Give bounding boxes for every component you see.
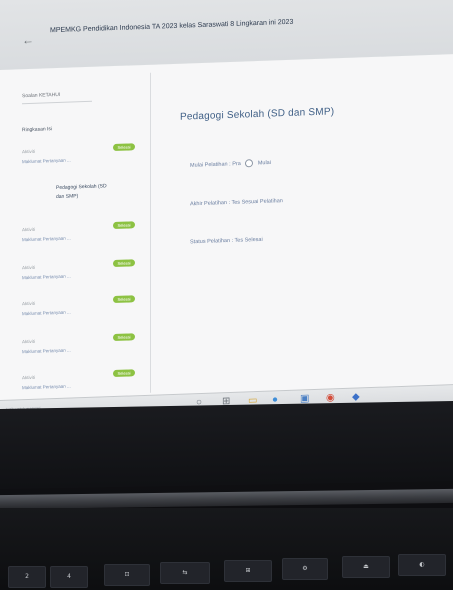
sidebar-section-title: Ringkasan Isi bbox=[22, 126, 53, 134]
laptop-bezel bbox=[0, 401, 453, 489]
status-badge: Selesai bbox=[113, 221, 135, 230]
status-badge: Selesai bbox=[113, 369, 135, 378]
sidebar-item-kind: Aktiviti bbox=[22, 338, 36, 345]
status-badge: Selesai bbox=[113, 259, 135, 268]
start-training-suffix: Mulai bbox=[257, 159, 271, 167]
main-panel: Pedagogi Sekolah (SD dan SMP) Mulai Pela… bbox=[170, 63, 440, 392]
keyboard-key[interactable]: ⊡ bbox=[104, 564, 150, 586]
course-sidebar: Soalan KETAHUI Ringkasan Isi Aktiviti Ma… bbox=[8, 72, 151, 398]
sidebar-item-name: Maklumat Pertanyaan ... bbox=[22, 235, 71, 243]
status-badge: Selesai bbox=[113, 295, 135, 304]
sidebar-item-active[interactable]: Pedagogi Sekolah (SD dan SMP) bbox=[56, 181, 141, 202]
sidebar-item-kind: Aktiviti bbox=[22, 148, 36, 155]
sidebar-item-kind: Aktiviti bbox=[22, 374, 36, 381]
keyboard-key[interactable]: ⏏ bbox=[342, 556, 390, 578]
radio-button[interactable] bbox=[245, 159, 254, 168]
sidebar-item-kind: Aktiviti bbox=[22, 264, 36, 271]
page-content: Soalan KETAHUI Ringkasan Isi Aktiviti Ma… bbox=[0, 54, 453, 400]
laptop-screen: ← MPEMKG Pendidikan Indonesia TA 2023 ke… bbox=[0, 0, 453, 421]
end-training-label: Akhir Pelatihan : Tes Sesuai Pelatihan bbox=[190, 198, 283, 208]
sidebar-item-kind: Aktiviti bbox=[22, 226, 36, 233]
keyboard-key[interactable]: ⊞ bbox=[224, 560, 272, 582]
sidebar-divider bbox=[22, 100, 92, 105]
keyboard-key[interactable]: ⇆ bbox=[160, 562, 210, 584]
end-training-field: Akhir Pelatihan : Tes Sesuai Pelatihan bbox=[190, 198, 283, 207]
laptop-hinge bbox=[0, 488, 453, 510]
back-arrow-icon[interactable]: ← bbox=[22, 33, 34, 47]
window-title: MPEMKG Pendidikan Indonesia TA 2023 kela… bbox=[50, 18, 294, 35]
sidebar-item[interactable]: Aktiviti Maklumat Pertanyaan ... Selesai bbox=[22, 259, 147, 295]
sidebar-item-name: Maklumat Pertanyaan ... bbox=[22, 309, 71, 317]
sidebar-item-name: Maklumat Pertanyaan ... bbox=[22, 273, 71, 281]
keyboard-key[interactable]: ⚙ bbox=[282, 558, 328, 580]
status-badge: Selesai bbox=[113, 333, 135, 342]
sidebar-item-name: Maklumat Pertanyaan ... bbox=[22, 157, 71, 165]
keyboard: 2 4 ⊡ ⇆ ⊞ ⚙ ⏏ ◐ bbox=[0, 508, 453, 590]
sidebar-item[interactable]: Aktiviti Maklumat Pertanyaan ... Selesai bbox=[22, 221, 147, 257]
sidebar-item[interactable]: Aktiviti Maklumat Pertanyaan ... Selesai bbox=[22, 295, 147, 331]
start-training-field: Mulai Pelatihan : Pra Mulai bbox=[190, 159, 271, 170]
status-training-field: Status Pelatihan : Tes Selesai bbox=[190, 237, 263, 246]
keyboard-key[interactable]: 2 bbox=[8, 566, 46, 588]
sidebar-item[interactable]: Aktiviti Maklumat Pertanyaan ... Selesai bbox=[22, 143, 147, 179]
photo-scene: ← MPEMKG Pendidikan Indonesia TA 2023 ke… bbox=[0, 0, 453, 590]
status-training-label: Status Pelatihan : Tes Selesai bbox=[190, 236, 263, 246]
sidebar-header: Soalan KETAHUI bbox=[22, 91, 61, 100]
sidebar-item-kind: Aktiviti bbox=[22, 300, 36, 307]
start-training-label: Mulai Pelatihan : Pra bbox=[190, 161, 241, 169]
sidebar-item[interactable]: Aktiviti Maklumat Pertanyaan ... Selesai bbox=[22, 333, 147, 369]
chrome-icon[interactable]: ◉ bbox=[326, 392, 335, 403]
keyboard-key[interactable]: ◐ bbox=[398, 554, 446, 576]
keyboard-key[interactable]: 4 bbox=[50, 566, 88, 588]
status-badge: Selesai bbox=[113, 143, 135, 152]
sidebar-item-name: Maklumat Pertanyaan ... bbox=[22, 347, 71, 355]
app-icon[interactable]: ◆ bbox=[352, 391, 360, 402]
active-item-line2: dan SMP) bbox=[56, 193, 79, 201]
sidebar-item-name: Maklumat Pertanyaan ... bbox=[22, 383, 71, 391]
page-title: Pedagogi Sekolah (SD dan SMP) bbox=[180, 106, 335, 123]
